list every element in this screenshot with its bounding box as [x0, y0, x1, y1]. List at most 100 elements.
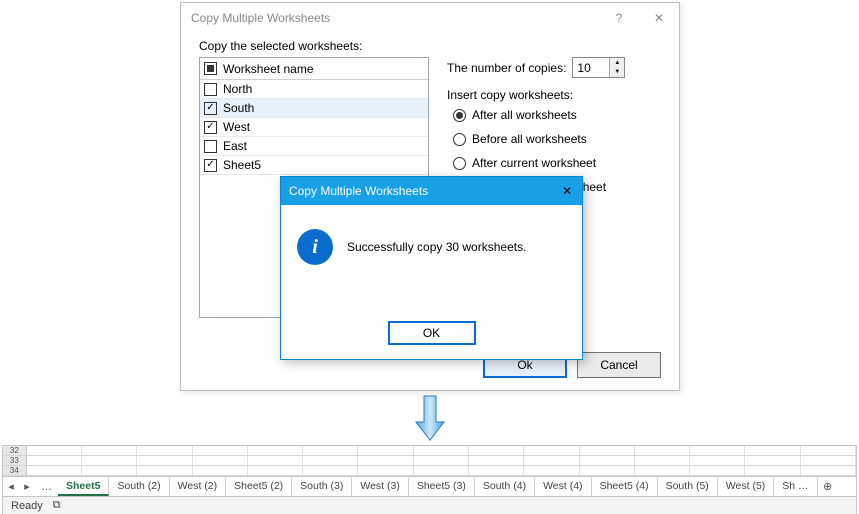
cell[interactable]: [137, 446, 192, 455]
cell[interactable]: [414, 466, 469, 475]
cell[interactable]: [248, 466, 303, 475]
cell[interactable]: [414, 456, 469, 465]
cell[interactable]: [137, 466, 192, 475]
checkbox[interactable]: [204, 83, 217, 96]
cell[interactable]: [358, 466, 413, 475]
worksheet-grid[interactable]: 323334: [3, 446, 856, 476]
dialog-title: Copy Multiple Worksheets: [191, 11, 330, 25]
macro-record-icon[interactable]: ⧉: [53, 499, 61, 512]
sheet-tab[interactable]: Sheet5 (4): [592, 478, 658, 496]
cell[interactable]: [137, 456, 192, 465]
dialog-titlebar[interactable]: Copy Multiple Worksheets ? ✕: [181, 3, 679, 33]
cell[interactable]: [469, 466, 524, 475]
grid-row[interactable]: 32: [3, 446, 856, 456]
sheet-tab[interactable]: Sheet5 (3): [409, 478, 475, 496]
cell[interactable]: [303, 446, 358, 455]
close-icon[interactable]: ✕: [639, 3, 679, 33]
cell[interactable]: [303, 456, 358, 465]
row-header[interactable]: 34: [3, 466, 27, 475]
copies-spinner[interactable]: 10 ▲ ▼: [572, 57, 625, 78]
cell[interactable]: [690, 466, 745, 475]
cell[interactable]: [580, 466, 635, 475]
cell[interactable]: [193, 456, 248, 465]
cell[interactable]: [580, 446, 635, 455]
sheet-tab[interactable]: South (3): [292, 478, 352, 496]
cell[interactable]: [635, 446, 690, 455]
list-item[interactable]: North: [200, 80, 428, 99]
sheet-tab[interactable]: Sheet5 (2): [226, 478, 292, 496]
cell[interactable]: [303, 466, 358, 475]
cell[interactable]: [524, 456, 579, 465]
grid-row[interactable]: 34: [3, 466, 856, 476]
cell[interactable]: [193, 466, 248, 475]
radio-icon[interactable]: [453, 133, 466, 146]
cell[interactable]: [690, 456, 745, 465]
list-item[interactable]: ✓South: [200, 99, 428, 118]
cell[interactable]: [248, 446, 303, 455]
list-item[interactable]: ✓Sheet5: [200, 156, 428, 175]
radio-option[interactable]: Before all worksheets: [447, 132, 661, 146]
checkbox[interactable]: ✓: [204, 102, 217, 115]
spinner-up-icon[interactable]: ▲: [609, 58, 624, 68]
cell[interactable]: [635, 466, 690, 475]
sheet-tab[interactable]: Sh …: [774, 478, 817, 496]
cell[interactable]: [82, 446, 137, 455]
cell[interactable]: [635, 456, 690, 465]
cell[interactable]: [27, 456, 82, 465]
checkbox[interactable]: [204, 140, 217, 153]
select-all-checkbox[interactable]: [204, 62, 217, 75]
sheet-tab[interactable]: West (3): [352, 478, 408, 496]
cancel-button[interactable]: Cancel: [577, 352, 661, 378]
checkbox[interactable]: ✓: [204, 159, 217, 172]
sheet-tab[interactable]: West (5): [718, 478, 774, 496]
cell[interactable]: [414, 446, 469, 455]
nav-next-icon[interactable]: ▸: [19, 480, 35, 493]
msgbox-ok-button[interactable]: OK: [388, 321, 476, 345]
msgbox-titlebar[interactable]: Copy Multiple Worksheets ✕: [281, 177, 582, 205]
cell[interactable]: [745, 446, 800, 455]
new-sheet-icon[interactable]: ⊕: [818, 480, 838, 493]
grid-row[interactable]: 33: [3, 456, 856, 466]
tab-overflow-left[interactable]: …: [35, 481, 58, 493]
cell[interactable]: [801, 456, 856, 465]
radio-icon[interactable]: [453, 109, 466, 122]
radio-option[interactable]: After current worksheet: [447, 156, 661, 170]
row-header[interactable]: 32: [3, 446, 27, 455]
cell[interactable]: [358, 456, 413, 465]
sheet-tab[interactable]: Sheet5: [58, 478, 109, 496]
cell[interactable]: [580, 456, 635, 465]
cell[interactable]: [524, 466, 579, 475]
cell[interactable]: [745, 466, 800, 475]
cell[interactable]: [690, 446, 745, 455]
sheet-tab-strip[interactable]: ◂ ▸ … Sheet5South (2)West (2)Sheet5 (2)S…: [3, 476, 856, 496]
sheet-tab[interactable]: South (5): [658, 478, 718, 496]
cell[interactable]: [469, 446, 524, 455]
cell[interactable]: [82, 456, 137, 465]
sheet-tab[interactable]: West (2): [170, 478, 226, 496]
row-header[interactable]: 33: [3, 456, 27, 465]
sheet-tab[interactable]: South (2): [109, 478, 169, 496]
nav-prev-icon[interactable]: ◂: [3, 480, 19, 493]
checkbox[interactable]: ✓: [204, 121, 217, 134]
list-item[interactable]: ✓West: [200, 118, 428, 137]
spinner-down-icon[interactable]: ▼: [609, 68, 624, 78]
radio-icon[interactable]: [453, 157, 466, 170]
help-icon[interactable]: ?: [599, 3, 639, 33]
sheet-tab[interactable]: West (4): [535, 478, 591, 496]
cell[interactable]: [358, 446, 413, 455]
sheet-tab[interactable]: South (4): [475, 478, 535, 496]
cell[interactable]: [193, 446, 248, 455]
cell[interactable]: [801, 446, 856, 455]
cell[interactable]: [469, 456, 524, 465]
close-icon[interactable]: ✕: [552, 177, 582, 205]
list-item[interactable]: East: [200, 137, 428, 156]
cell[interactable]: [248, 456, 303, 465]
cell[interactable]: [801, 466, 856, 475]
cell[interactable]: [524, 446, 579, 455]
cell[interactable]: [745, 456, 800, 465]
radio-option[interactable]: After all worksheets: [447, 108, 661, 122]
list-header[interactable]: Worksheet name: [200, 58, 428, 80]
cell[interactable]: [82, 466, 137, 475]
cell[interactable]: [27, 466, 82, 475]
cell[interactable]: [27, 446, 82, 455]
